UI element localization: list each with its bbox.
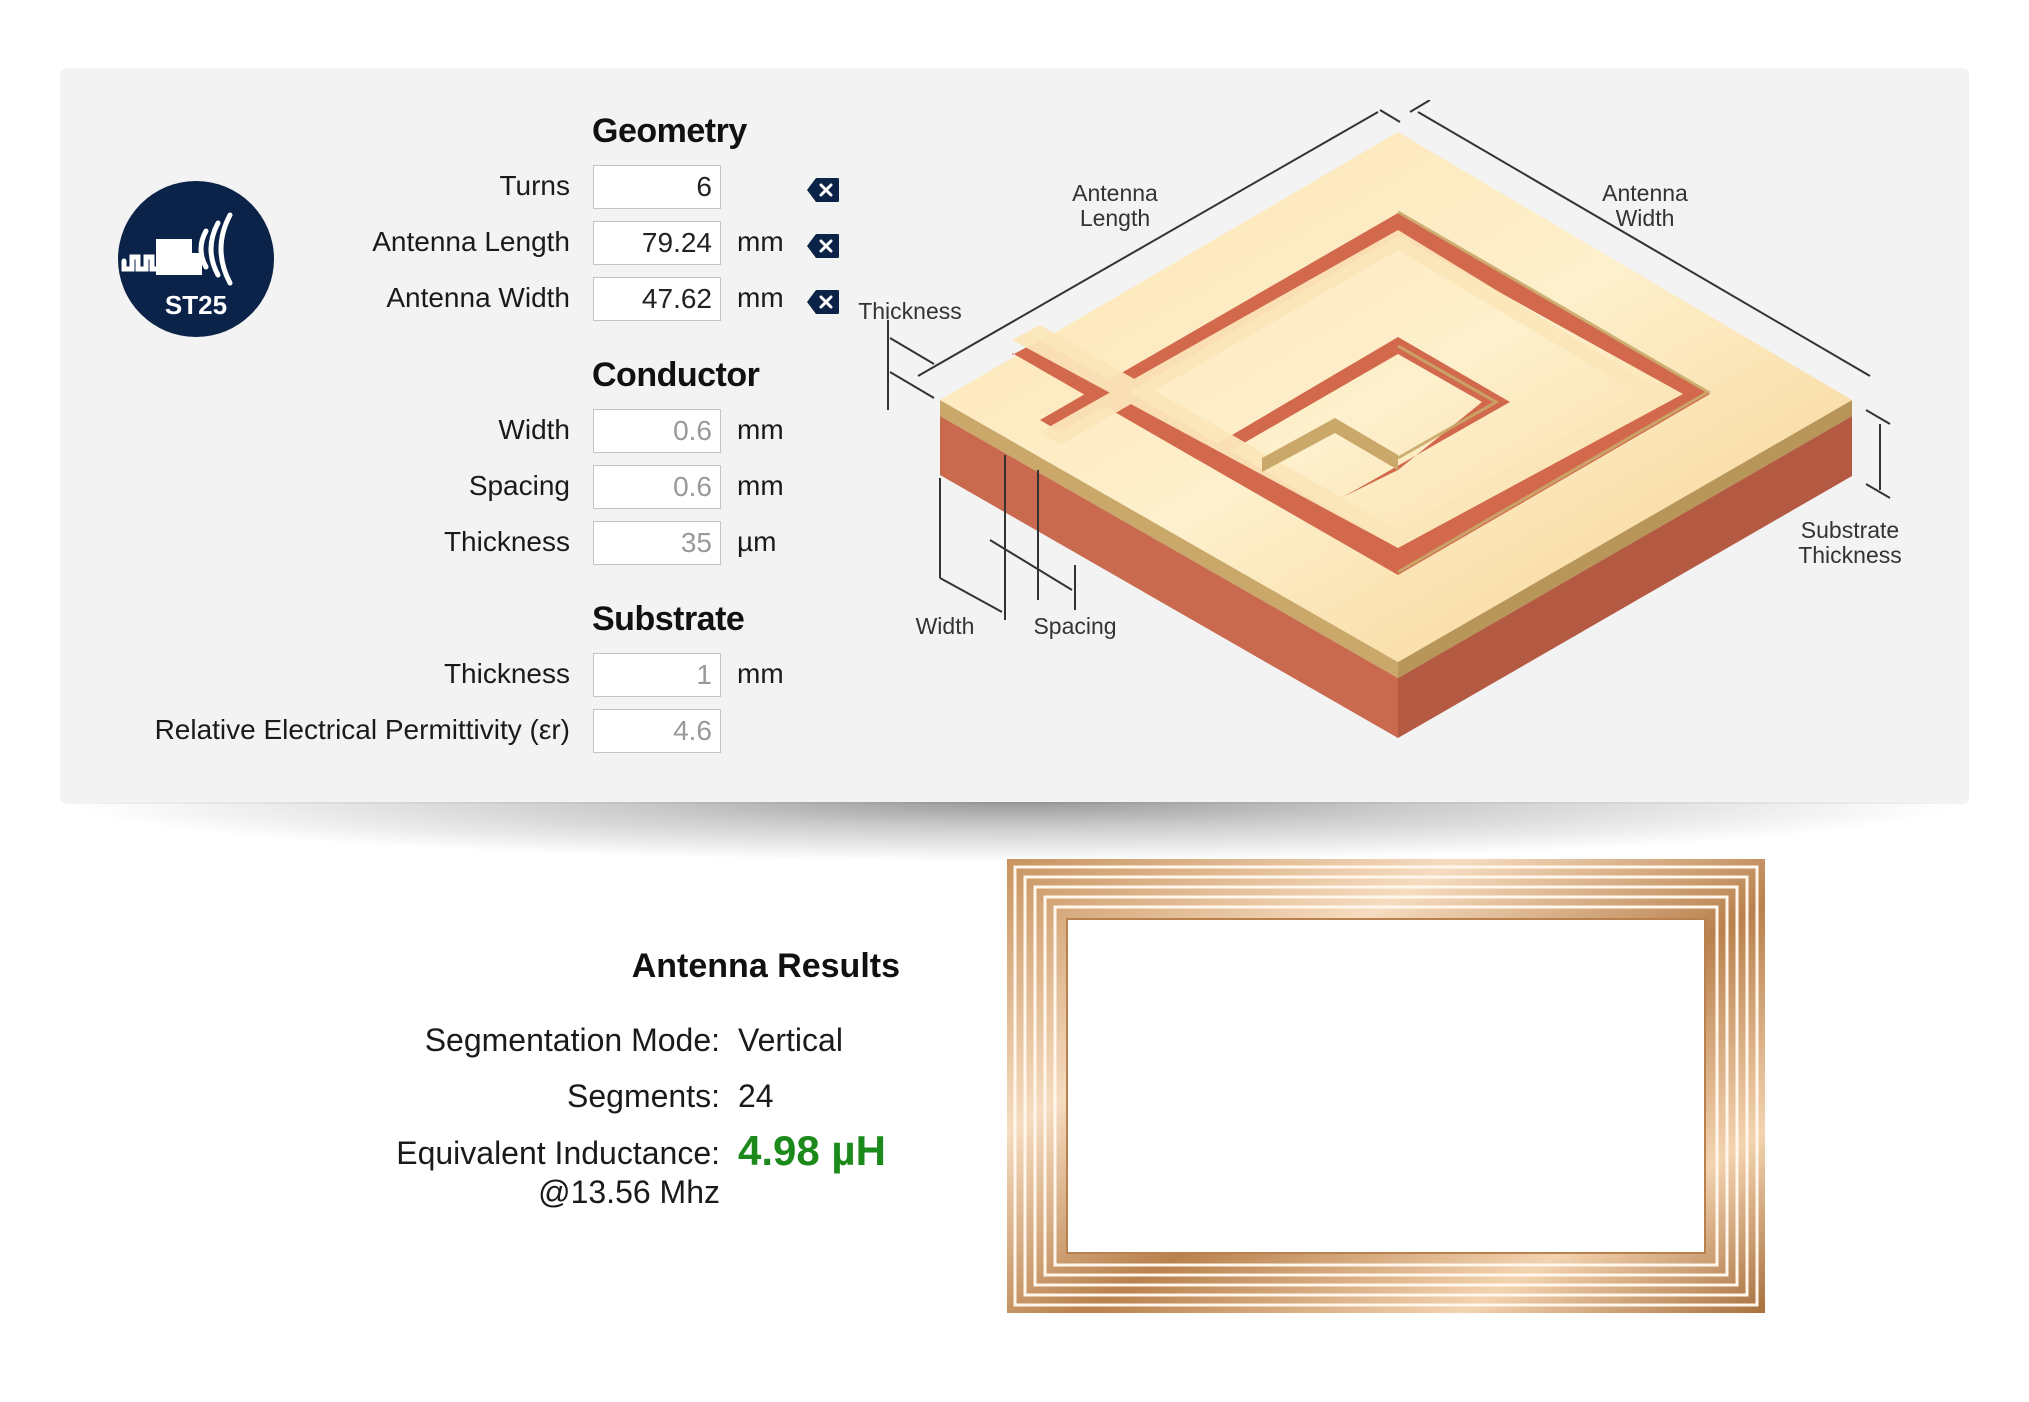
- conductor-title: Conductor: [592, 356, 760, 394]
- inductance-value: 4.98 µH: [738, 1127, 886, 1174]
- geometry-title: Geometry: [592, 112, 747, 150]
- turns-label: Turns: [499, 170, 570, 201]
- thickness-dim-label: Thickness: [858, 298, 962, 324]
- conductor-thickness-input[interactable]: [593, 521, 721, 565]
- conductor-thickness-label: Thickness: [443, 526, 570, 557]
- antenna-width-input[interactable]: [593, 277, 721, 321]
- antenna-length-dim-line1: Antenna: [1072, 180, 1158, 206]
- width-dim-label: Width: [915, 613, 975, 639]
- segments-label: Segments:: [567, 1078, 720, 1114]
- panel-shadow: [60, 802, 1969, 862]
- substrate-thickness-dim-line2: Thickness: [1798, 542, 1902, 568]
- antenna-width-dim-label: Antenna Width: [1580, 181, 1710, 231]
- backspace-clear-icon[interactable]: [806, 177, 840, 203]
- antenna-length-label: Antenna Length: [372, 226, 570, 257]
- antenna-length-input[interactable]: [593, 221, 721, 265]
- segmentation-mode-label: Segmentation Mode:: [424, 1022, 720, 1058]
- substrate-thickness-dim-line1: Substrate: [1800, 517, 1900, 543]
- antenna-isometric-diagram: [887, 100, 1891, 738]
- backspace-clear-icon[interactable]: [806, 233, 840, 259]
- substrate-thickness-input[interactable]: [593, 653, 721, 697]
- antenna-length-unit: mm: [737, 226, 784, 257]
- substrate-title: Substrate: [592, 600, 745, 638]
- segmentation-mode-value: Vertical: [738, 1022, 843, 1058]
- conductor-spacing-unit: mm: [737, 470, 784, 501]
- inductance-label: Equivalent Inductance:: [396, 1135, 720, 1171]
- substrate-thickness-label: Thickness: [443, 658, 570, 689]
- conductor-width-input[interactable]: [593, 409, 721, 453]
- backspace-clear-icon[interactable]: [806, 289, 840, 315]
- antenna-length-dim-label: Antenna Length: [1050, 181, 1180, 231]
- results-title: Antenna Results: [631, 947, 900, 985]
- conductor-spacing-label: Spacing: [468, 470, 570, 501]
- antenna-width-label: Antenna Width: [386, 282, 570, 313]
- conductor-thickness-unit: µm: [737, 526, 777, 557]
- substrate-thickness-dim-label: Substrate Thickness: [1780, 518, 1920, 568]
- permittivity-label: Relative Electrical Permittivity (εr): [154, 714, 570, 745]
- conductor-width-unit: mm: [737, 414, 784, 445]
- segments-value: 24: [738, 1078, 774, 1114]
- antenna-coil-preview: [1007, 859, 1765, 1313]
- spacing-dim-label: Spacing: [1033, 613, 1117, 639]
- permittivity-input[interactable]: [593, 709, 721, 753]
- antenna-length-dim-line2: Length: [1079, 205, 1151, 231]
- turns-input[interactable]: [593, 165, 721, 209]
- antenna-width-unit: mm: [737, 282, 784, 313]
- conductor-width-label: Width: [498, 414, 570, 445]
- substrate-thickness-unit: mm: [737, 658, 784, 689]
- conductor-spacing-input[interactable]: [593, 465, 721, 509]
- inductance-frequency-label: @13.56 Mhz: [538, 1174, 720, 1210]
- antenna-width-dim-line2: Width: [1615, 205, 1675, 231]
- antenna-width-dim-line1: Antenna: [1602, 180, 1688, 206]
